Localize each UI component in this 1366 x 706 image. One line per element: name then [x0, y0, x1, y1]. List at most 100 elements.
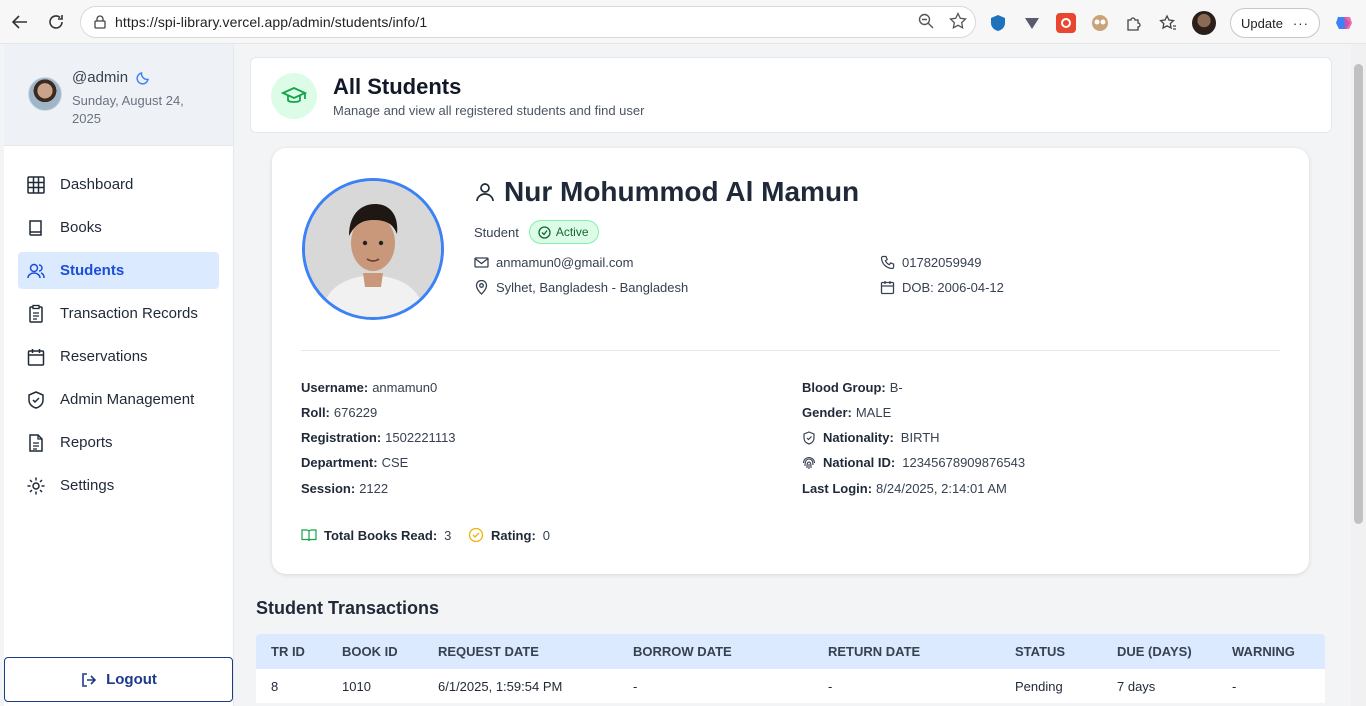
detail-value: 676229 [333, 405, 378, 420]
sidebar-item-admin-management[interactable]: Admin Management [18, 381, 219, 418]
favorites-icon[interactable] [1158, 13, 1178, 33]
sidebar-item-transaction-records[interactable]: Transaction Records [18, 295, 219, 332]
detail-value: 1502221113 [385, 430, 456, 445]
detail-label: Department: [301, 455, 378, 470]
stat-label: Total Books Read: [324, 527, 438, 543]
sidebar-item-label: Books [60, 219, 102, 236]
sidebar-menu: Dashboard Books Students Transaction Rec… [18, 166, 219, 510]
sidebar-item-label: Reservations [60, 348, 148, 365]
divider [301, 350, 1280, 351]
back-icon[interactable] [2, 4, 38, 40]
student-role: Student [474, 224, 519, 240]
copilot-icon[interactable] [1334, 13, 1354, 33]
puzzle-extensions-icon[interactable] [1124, 13, 1144, 33]
sidebar-item-label: Settings [60, 477, 115, 494]
column-header: TR ID [271, 644, 305, 659]
role-row: Student Active [474, 220, 599, 244]
browser-toolbar: https://spi-library.vercel.app/admin/stu… [0, 0, 1366, 44]
calendar-icon [880, 281, 895, 295]
table-cell: - [1232, 678, 1237, 694]
logout-button[interactable]: Logout [4, 657, 233, 702]
detail-username: Username: anmamun0 [301, 380, 437, 395]
sidebar-item-dashboard[interactable]: Dashboard [18, 166, 219, 203]
detail-label: Blood Group: [802, 380, 886, 395]
page-subtitle: Manage and view all registered students … [333, 103, 645, 118]
total-books-read: Total Books Read: 3 [301, 527, 451, 543]
logout-icon [82, 672, 97, 687]
detail-label: Session: [301, 481, 356, 496]
shield-extension-icon[interactable] [988, 13, 1008, 33]
status-badge: Active [528, 220, 599, 244]
vpn-extension-icon[interactable] [1022, 13, 1042, 33]
student-dob: DOB: 2006-04-12 [902, 280, 1004, 295]
detail-value: BIRTH [900, 430, 940, 445]
stat-label: Rating: [491, 527, 536, 543]
student-photo [302, 178, 444, 320]
detail-value: 12345678909876543 [902, 455, 1026, 470]
avatar[interactable] [28, 77, 62, 111]
book-open-icon [301, 529, 317, 542]
sidebar-item-settings[interactable]: Settings [18, 467, 219, 504]
dob-row: DOB: 2006-04-12 [880, 280, 1004, 295]
rating: Rating: 0 [468, 527, 550, 543]
mail-icon [474, 257, 489, 268]
detail-department: Department: CSE [301, 455, 408, 470]
column-header: STATUS [1015, 644, 1066, 659]
page-scrollbar[interactable] [1351, 44, 1366, 706]
phone-row: 01782059949 [880, 255, 982, 270]
table-cell: 7 days [1117, 678, 1156, 694]
check-circle-icon [468, 527, 484, 543]
sidebar-item-books[interactable]: Books [18, 209, 219, 246]
owl-extension-icon[interactable] [1090, 13, 1110, 33]
detail-label: Gender: [802, 405, 852, 420]
table-header: TR ID BOOK ID REQUEST DATE BORROW DATE R… [256, 634, 1325, 669]
detail-label: Username: [301, 380, 369, 395]
update-label: Update [1241, 15, 1283, 31]
document-icon [29, 433, 43, 452]
student-name-row: Nur Mohummod Al Mamun [474, 176, 859, 208]
phone-icon [880, 255, 895, 270]
detail-label: Nationality: [823, 430, 894, 445]
grid-icon [27, 175, 45, 194]
sidebar-item-reports[interactable]: Reports [18, 424, 219, 461]
moon-theme-icon[interactable] [136, 69, 152, 90]
column-header: WARNING [1232, 644, 1295, 659]
profile-avatar-icon[interactable] [1192, 11, 1216, 35]
shield-check-icon [28, 390, 44, 409]
sidebar-item-label: Admin Management [60, 391, 195, 408]
sidebar: @admin Sunday, August 24, 2025 Dashboard… [4, 44, 234, 706]
record-extension-icon[interactable] [1056, 13, 1076, 33]
column-header: DUE (DAYS) [1117, 644, 1192, 659]
reload-icon[interactable] [38, 4, 74, 40]
url-text: https://spi-library.vercel.app/admin/stu… [115, 14, 428, 30]
sidebar-item-reservations[interactable]: Reservations [18, 338, 219, 375]
book-icon [29, 219, 42, 236]
column-header: REQUEST DATE [438, 644, 539, 659]
more-menu-icon[interactable]: ··· [1293, 16, 1309, 31]
detail-value: B- [889, 380, 903, 395]
update-button[interactable]: Update ··· [1230, 8, 1320, 38]
calendar-icon [27, 348, 45, 366]
table-row[interactable]: 8 1010 6/1/2025, 1:59:54 PM - - Pending … [256, 669, 1325, 703]
clipboard-icon [29, 304, 43, 323]
column-header: BOOK ID [342, 644, 398, 659]
zoom-icon[interactable] [917, 12, 935, 30]
detail-gender: Gender: MALE [802, 405, 891, 420]
users-icon [27, 263, 45, 278]
address-bar[interactable]: https://spi-library.vercel.app/admin/stu… [80, 6, 976, 38]
fingerprint-icon [802, 456, 816, 469]
detail-last-login: Last Login: 8/24/2025, 2:14:01 AM [802, 481, 1007, 496]
student-location: Sylhet, Bangladesh - Bangladesh [496, 280, 689, 295]
scrollbar-thumb[interactable] [1354, 64, 1363, 524]
page-title: All Students [333, 74, 462, 99]
detail-value: CSE [381, 455, 409, 470]
shield-check-icon [803, 430, 815, 445]
sidebar-item-students[interactable]: Students [18, 252, 219, 289]
favorite-star-icon[interactable] [949, 12, 967, 30]
detail-roll: Roll: 676229 [301, 405, 377, 420]
transactions-table: TR ID BOOK ID REQUEST DATE BORROW DATE R… [256, 634, 1325, 703]
admin-profile: @admin Sunday, August 24, 2025 [4, 44, 233, 146]
table-cell: - [633, 678, 638, 694]
detail-label: Registration: [301, 430, 382, 445]
detail-nationality: Nationality: BIRTH [802, 430, 940, 445]
